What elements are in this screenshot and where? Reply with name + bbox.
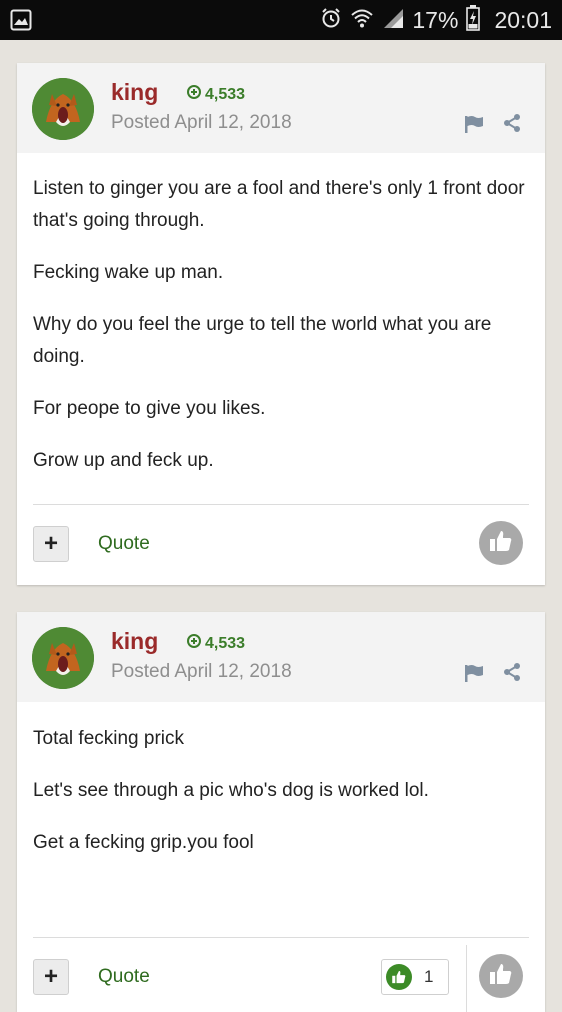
post-paragraph: For peope to give you likes. xyxy=(33,398,266,419)
post-content: Total fecking prick Let's see through a … xyxy=(33,723,529,879)
status-bar: 17% 20:01 xyxy=(0,0,562,40)
post-header: king 4,533 Posted April 12, 2018 xyxy=(17,63,545,153)
post-date: Posted April 12, 2018 xyxy=(111,112,292,133)
post-paragraph: Get a fecking grip.you fool xyxy=(33,832,254,853)
divider xyxy=(33,937,529,938)
post-content: Listen to ginger you are a fool and ther… xyxy=(33,173,529,497)
share-icon[interactable] xyxy=(502,113,522,138)
post-paragraph: Fecking wake up man. xyxy=(33,262,224,283)
alarm-icon xyxy=(320,7,342,34)
multiquote-button[interactable]: + xyxy=(33,959,69,995)
reputation-badge: 4,533 xyxy=(187,634,245,653)
report-flag-icon[interactable] xyxy=(463,663,485,688)
thumbs-up-icon xyxy=(386,964,412,990)
post-paragraph: Why do you feel the urge to tell the wor… xyxy=(33,314,492,367)
post-date: Posted April 12, 2018 xyxy=(111,661,292,682)
wifi-icon xyxy=(350,7,374,34)
like-button[interactable] xyxy=(479,954,523,998)
plus-circle-icon xyxy=(187,634,201,653)
battery-icon xyxy=(466,4,481,36)
like-button[interactable] xyxy=(479,521,523,565)
quote-button[interactable]: Quote xyxy=(98,533,150,555)
battery-percent: 17% xyxy=(412,6,459,33)
post-card: king 4,533 Posted April 12, 2018 xyxy=(17,612,545,1012)
plus-circle-icon xyxy=(187,85,201,104)
post-header: king 4,533 Posted April 12, 2018 xyxy=(17,612,545,702)
vertical-separator xyxy=(466,945,467,1012)
post-paragraph: Let's see through a pic who's dog is wor… xyxy=(33,780,429,801)
reaction-count: 1 xyxy=(424,967,434,986)
author-name[interactable]: king xyxy=(111,79,158,106)
author-name[interactable]: king xyxy=(111,628,158,655)
quote-button[interactable]: Quote xyxy=(98,966,150,988)
gallery-icon xyxy=(10,9,32,36)
reaction-summary[interactable]: 1 xyxy=(381,959,449,995)
post-card: king 4,533 Posted April 12, 2018 xyxy=(17,63,545,585)
clock: 20:01 xyxy=(494,6,552,33)
report-flag-icon[interactable] xyxy=(463,114,485,139)
signal-icon xyxy=(382,7,404,34)
thumbs-up-icon xyxy=(488,528,514,559)
reputation-badge: 4,533 xyxy=(187,85,245,104)
avatar[interactable] xyxy=(32,78,94,140)
reputation-count: 4,533 xyxy=(205,85,246,103)
post-paragraph: Listen to ginger you are a fool and ther… xyxy=(33,178,525,231)
divider xyxy=(33,504,529,505)
share-icon[interactable] xyxy=(502,662,522,687)
reputation-count: 4,533 xyxy=(205,634,246,652)
thumbs-up-icon xyxy=(488,961,514,992)
avatar[interactable] xyxy=(32,627,94,689)
post-paragraph: Total fecking prick xyxy=(33,728,185,749)
post-paragraph: Grow up and feck up. xyxy=(33,450,214,471)
multiquote-button[interactable]: + xyxy=(33,526,69,562)
